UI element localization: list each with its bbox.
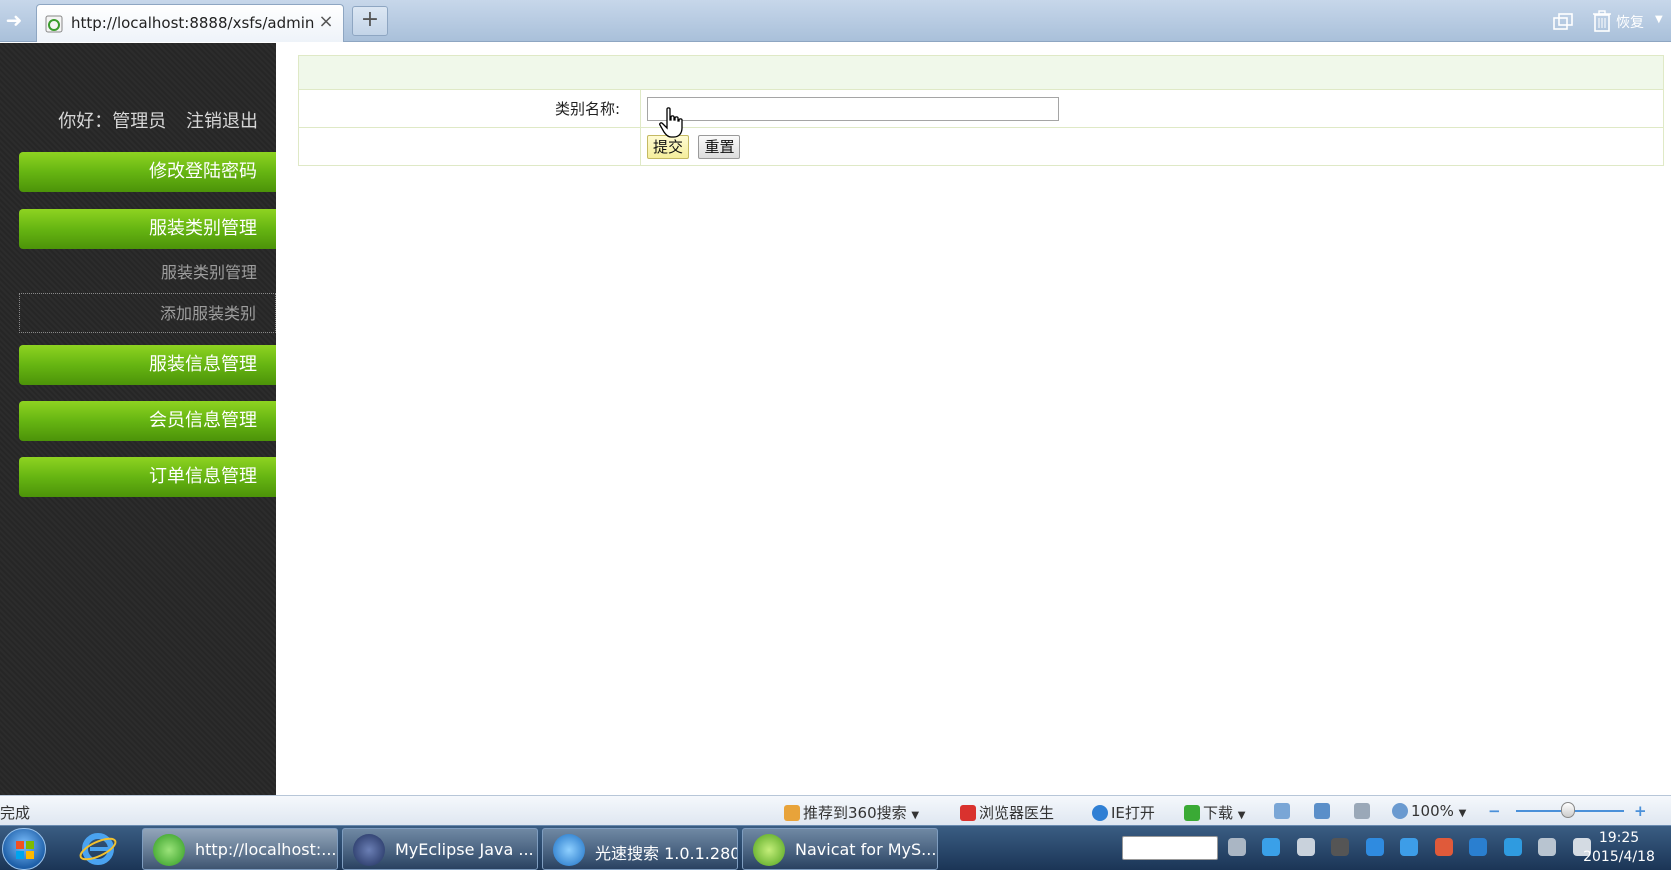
speaker-icon[interactable] (1354, 802, 1373, 820)
taskbar-item-search[interactable]: 光速搜索 1.0.1.280 (542, 828, 738, 870)
menu-member-info[interactable]: 会员信息管理 (19, 401, 276, 441)
taskbar-item-label: MyEclipse Java ... (395, 840, 534, 859)
taskbar-item-myeclipse[interactable]: MyEclipse Java ... (342, 828, 538, 870)
zoom-control[interactable]: 100% ▼ (1392, 802, 1466, 820)
zoom-in-button[interactable]: + (1634, 802, 1647, 820)
hand-cursor-icon (659, 107, 683, 138)
add-category-form: 类别名称: 提交 重置 (298, 55, 1664, 166)
admin-sidebar: 你好：管理员 注销退出 修改登陆密码 服装类别管理 服装类别管理 添加服装类别 … (0, 43, 276, 795)
close-tab-icon[interactable]: × (317, 12, 335, 32)
taskbar-item-label: Navicat for MyS... (795, 840, 937, 859)
reset-button[interactable]: 重置 (698, 134, 741, 159)
browser-tab-bar: ➜ http://localhost:8888/xsfs/admin... × … (0, 0, 1671, 42)
download-label: 下载 (1203, 804, 1234, 822)
search-icon[interactable] (1262, 838, 1281, 856)
actions-cell: 提交 重置 (640, 127, 1664, 166)
clock-time: 19:25 (1598, 830, 1640, 846)
form-header-cell (298, 55, 1664, 90)
system-clock[interactable]: 19:25 2015/4/18 (1574, 829, 1664, 867)
submenu-add-category[interactable]: 添加服装类别 (19, 293, 276, 333)
tab-title: http://localhost:8888/xsfs/admin... (71, 14, 315, 32)
shield-icon[interactable] (1314, 802, 1333, 820)
browser-status-bar: 完成 推荐到360搜索 ▼ 浏览器医生 IE打开 下载 ▼ 100% ▼ − + (0, 795, 1671, 825)
menu-clothing-info[interactable]: 服装信息管理 (19, 345, 276, 385)
category-input-cell (640, 89, 1664, 128)
thumbs-up-icon (784, 805, 800, 821)
security-icon[interactable] (1434, 838, 1453, 856)
magnifier-icon (1392, 803, 1408, 819)
keyboard-icon[interactable] (1228, 838, 1246, 856)
category-name-input[interactable] (647, 96, 1059, 121)
window-restore-icon[interactable] (1552, 12, 1574, 32)
taskbar-item-label: 光速搜索 1.0.1.280 (595, 844, 738, 863)
search-icon (553, 834, 585, 866)
camera-icon[interactable] (1296, 838, 1315, 856)
user-greeting: 你好：管理员 注销退出 (58, 107, 258, 133)
menu-category-management[interactable]: 服装类别管理 (19, 209, 276, 249)
chevron-down-icon[interactable]: ▼ (1655, 14, 1663, 25)
main-content: 类别名称: 提交 重置 (276, 43, 1671, 795)
internet-explorer-icon[interactable] (78, 830, 118, 868)
download-button[interactable]: 下载 ▼ (1184, 802, 1246, 823)
taskbar-item-label: http://localhost:... (195, 840, 337, 859)
zoom-slider-handle[interactable] (1561, 802, 1575, 818)
ink-icon[interactable] (1331, 838, 1350, 856)
recommend-label: 推荐到360搜索 (803, 804, 907, 822)
ie-open-button[interactable]: IE打开 (1092, 802, 1155, 823)
tray-search-input[interactable] (1122, 836, 1218, 860)
first-aid-icon (960, 805, 976, 821)
greeting-user: 你好：管理员 (58, 111, 167, 132)
chevron-down-icon: ▼ (1237, 810, 1246, 821)
check-icon[interactable] (1469, 838, 1488, 856)
recommend-360-button[interactable]: 推荐到360搜索 ▼ (784, 802, 919, 823)
browser-tab-active[interactable]: http://localhost:8888/xsfs/admin... × (36, 4, 344, 42)
page-favicon-icon (45, 15, 63, 33)
actions-empty-cell (298, 127, 641, 166)
windows-logo-icon (16, 841, 34, 859)
window-icon[interactable] (1274, 802, 1293, 820)
browser-doctor-button[interactable]: 浏览器医生 (960, 802, 1054, 823)
windows-taskbar: http://localhost:... MyEclipse Java ... … (0, 825, 1671, 870)
myeclipse-icon (353, 834, 385, 866)
logout-link[interactable]: 注销退出 (186, 111, 258, 132)
network-icon[interactable] (1538, 838, 1557, 856)
restore-closed-tabs-button[interactable]: 恢复 (1616, 12, 1644, 32)
ie-open-label: IE打开 (1111, 804, 1155, 822)
qq-icon[interactable] (1365, 838, 1384, 856)
ie-icon (1092, 805, 1108, 821)
form-row-category: 类别名称: (298, 89, 1664, 128)
form-header-row (298, 55, 1664, 90)
taskbar-item-navicat[interactable]: Navicat for MyS... (742, 828, 938, 870)
category-name-label: 类别名称: (298, 89, 641, 128)
chevron-down-icon: ▼ (911, 810, 920, 821)
zoom-level: 100% (1411, 802, 1454, 820)
navicat-icon (753, 834, 785, 866)
cloud-icon[interactable] (1400, 838, 1419, 856)
shield-icon[interactable] (1503, 838, 1522, 856)
menu-change-password[interactable]: 修改登陆密码 (19, 152, 276, 192)
status-text: 完成 (0, 804, 31, 822)
trash-icon[interactable] (1592, 10, 1612, 32)
chevron-down-icon: ▼ (1458, 808, 1467, 819)
zoom-out-button[interactable]: − (1488, 802, 1501, 820)
clock-date: 2015/4/18 (1583, 849, 1655, 865)
browser-360-icon (153, 834, 185, 866)
form-row-actions: 提交 重置 (298, 127, 1664, 166)
start-button[interactable] (2, 828, 46, 870)
taskbar-item-browser[interactable]: http://localhost:... (142, 828, 338, 870)
menu-order-info[interactable]: 订单信息管理 (19, 457, 276, 497)
download-arrow-icon (1184, 805, 1200, 821)
doctor-label: 浏览器医生 (979, 804, 1055, 822)
system-tray (1228, 838, 1603, 860)
submenu-category-list[interactable]: 服装类别管理 (19, 253, 276, 293)
new-tab-button[interactable]: + (352, 6, 388, 36)
sidebar-toggle-icon[interactable]: ➜ (2, 8, 26, 32)
